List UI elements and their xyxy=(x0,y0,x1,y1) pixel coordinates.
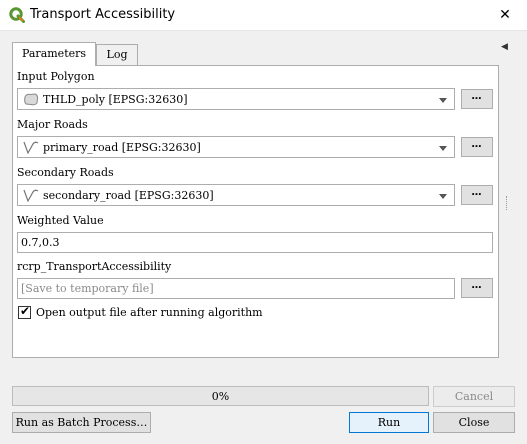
weighted-value-label: Weighted Value xyxy=(17,214,104,227)
output-browse-button[interactable]: … xyxy=(461,278,493,298)
cancel-button[interactable]: Cancel xyxy=(433,386,515,407)
secondary-roads-value: secondary_road [EPSG:32630] xyxy=(43,189,214,202)
line-layer-icon xyxy=(23,141,39,154)
tab-parameters[interactable]: Parameters xyxy=(12,42,96,66)
title-bar: Transport Accessibility ✕ xyxy=(0,0,527,31)
input-polygon-value: THLD_poly [EPSG:32630] xyxy=(43,93,188,106)
tab-log[interactable]: Log xyxy=(96,44,138,65)
close-icon[interactable]: ✕ xyxy=(495,5,515,25)
progress-text: 0% xyxy=(211,390,230,403)
major-roads-value: primary_road [EPSG:32630] xyxy=(43,141,201,154)
chevron-down-icon xyxy=(439,98,447,103)
weighted-value-input[interactable]: 0.7,0.3 xyxy=(17,232,493,253)
major-roads-label: Major Roads xyxy=(17,118,88,131)
major-roads-browse-button[interactable]: … xyxy=(461,137,493,157)
run-button[interactable]: Run xyxy=(349,412,429,433)
output-label: rcrp_TransportAccessibility xyxy=(17,260,172,273)
chevron-down-icon xyxy=(439,194,447,199)
resize-handle[interactable] xyxy=(506,196,508,210)
input-polygon-combo[interactable]: THLD_poly [EPSG:32630] xyxy=(17,88,455,110)
input-polygon-label: Input Polygon xyxy=(17,70,95,83)
qgis-icon xyxy=(9,7,25,23)
run-batch-button[interactable]: Run as Batch Process… xyxy=(12,412,151,433)
major-roads-combo[interactable]: primary_road [EPSG:32630] xyxy=(17,136,455,158)
chevron-down-icon xyxy=(439,146,447,151)
checkmark-icon: ✔ xyxy=(20,304,31,318)
open-output-label[interactable]: Open output file after running algorithm xyxy=(36,306,263,319)
close-button[interactable]: Close xyxy=(433,412,515,433)
collapse-panel-icon[interactable]: ◀ xyxy=(501,42,508,52)
progress-bar: 0% xyxy=(12,386,429,406)
input-polygon-browse-button[interactable]: … xyxy=(461,89,493,109)
output-file-input[interactable]: [Save to temporary file] xyxy=(17,278,455,299)
secondary-roads-label: Secondary Roads xyxy=(17,166,114,179)
line-layer-icon xyxy=(23,189,39,202)
secondary-roads-browse-button[interactable]: … xyxy=(461,185,493,205)
open-output-checkbox[interactable]: ✔ xyxy=(18,304,31,319)
secondary-roads-combo[interactable]: secondary_road [EPSG:32630] xyxy=(17,184,455,206)
polygon-layer-icon xyxy=(24,93,39,106)
window-title: Transport Accessibility xyxy=(30,7,176,22)
